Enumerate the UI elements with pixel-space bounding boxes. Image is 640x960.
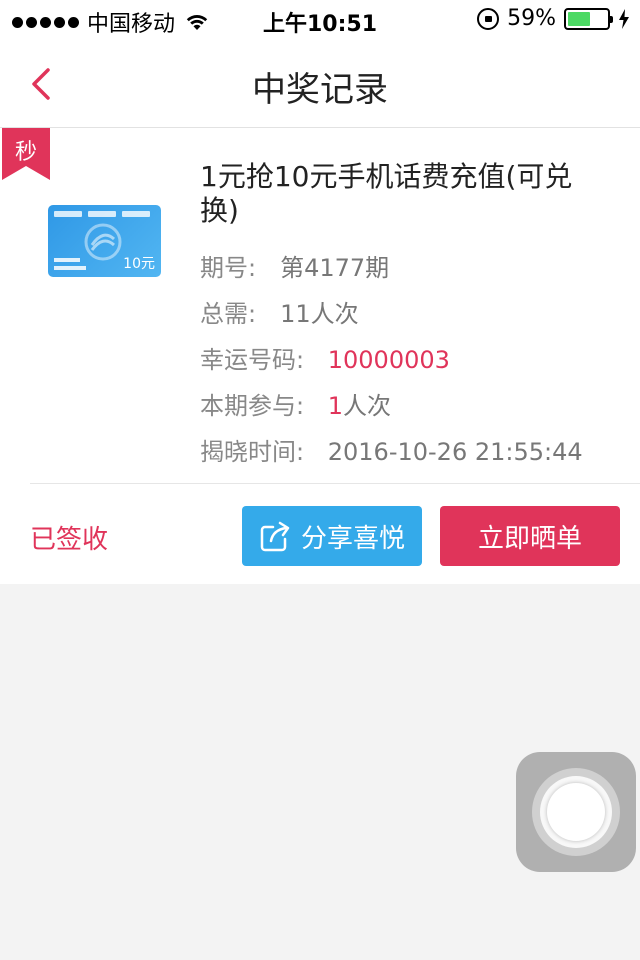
product-image[interactable]: 10元 (48, 205, 161, 277)
status-right: 59% (477, 6, 630, 31)
winning-record-card: 秒 10元 1元抢10元手机话费充值(可兑换) 期号: 第4177期 总需: 11人… (0, 128, 640, 584)
assistive-touch-core (547, 783, 605, 841)
share-icon (260, 521, 290, 552)
carrier-logos-icon (54, 211, 150, 217)
share-joy-button[interactable]: 分享喜悦 (242, 506, 422, 566)
assistive-touch-button[interactable] (516, 752, 636, 872)
period-row: 期号: 第4177期 (200, 248, 389, 283)
total-value: 11人次 (280, 300, 359, 328)
nav-bar: 中奖记录 (0, 40, 640, 128)
participation-count: 1 (327, 392, 344, 420)
lucky-number-value: 10000003 (327, 346, 450, 374)
flash-sale-tag-label: 秒 (14, 140, 37, 165)
china-mobile-logo-icon (84, 223, 122, 261)
status-bar: 中国移动 上午10:51 59% (0, 0, 640, 40)
reveal-time-value: 2016-10-26 21:55:44 (327, 438, 583, 466)
lucky-number-row: 幸运号码: 10000003 (200, 340, 450, 375)
total-row: 总需: 11人次 (200, 294, 359, 329)
flash-sale-tag: 秒 (2, 128, 50, 180)
battery-percent: 59% (507, 6, 556, 31)
card-value: 10元 (123, 256, 155, 272)
divider (30, 483, 640, 484)
product-title[interactable]: 1元抢10元手机话费充值(可兑换) (200, 160, 610, 228)
lucky-number-label: 幸运号码: (200, 346, 305, 374)
show-order-button[interactable]: 立即晒单 (440, 506, 620, 566)
participation-label: 本期参与: (200, 392, 305, 420)
rotation-lock-icon (477, 7, 500, 30)
reveal-time-row: 揭晓时间: 2016-10-26 21:55:44 (200, 432, 583, 467)
battery-icon (564, 7, 613, 30)
period-value: 第4177期 (280, 254, 390, 282)
share-joy-label: 分享喜悦 (300, 523, 405, 554)
signed-status: 已签收 (30, 525, 109, 555)
total-label: 总需: (200, 300, 257, 328)
battery-fill (568, 11, 591, 26)
page-title: 中奖记录 (252, 70, 388, 110)
charging-icon (619, 8, 629, 29)
participation-unit: 人次 (343, 392, 392, 420)
participation-row: 本期参与: 1人次 (200, 386, 391, 421)
show-order-label: 立即晒单 (477, 523, 582, 554)
reveal-time-label: 揭晓时间: (200, 438, 305, 466)
card-caption-icon (54, 258, 86, 270)
period-label: 期号: (200, 254, 257, 282)
